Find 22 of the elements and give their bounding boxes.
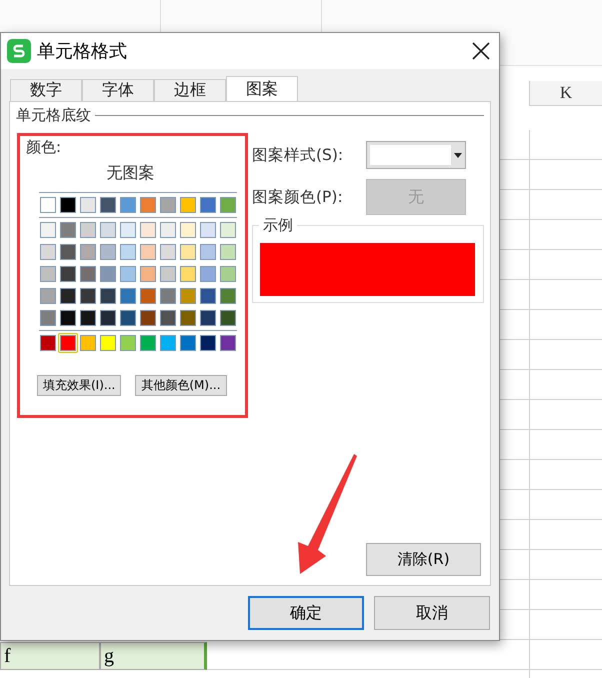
no-pattern-option[interactable]: 无图案 [26, 163, 245, 184]
tab[interactable]: 字体 [82, 79, 154, 101]
tab[interactable]: 图案 [226, 76, 298, 102]
ok-button[interactable]: 确定 [248, 596, 364, 630]
app-logo-icon [7, 39, 31, 63]
field-label: 图案样式(S): [252, 144, 344, 166]
caret-icon [454, 152, 462, 158]
table-cell: g [100, 642, 207, 670]
fill-effects-button[interactable]: 填充效果(I)... [37, 375, 122, 396]
column-header: K [529, 81, 602, 106]
color-label: 颜色: [26, 138, 62, 157]
table-cell: f [0, 642, 100, 670]
clear-button[interactable]: 清除(R) [366, 543, 481, 576]
tab[interactable]: 边框 [154, 79, 226, 101]
tab[interactable]: 数字 [10, 79, 82, 101]
cancel-button[interactable]: 取消 [374, 596, 490, 630]
window-title: 单元格格式 [37, 40, 128, 63]
more-colors-button[interactable]: 其他颜色(M)... [135, 375, 227, 396]
sample-title: 示例 [259, 216, 297, 235]
group-title: 单元格底纹 [16, 106, 91, 125]
field-label: 图案颜色(P): [252, 186, 344, 208]
pattern-style-dropdown[interactable] [366, 141, 466, 169]
